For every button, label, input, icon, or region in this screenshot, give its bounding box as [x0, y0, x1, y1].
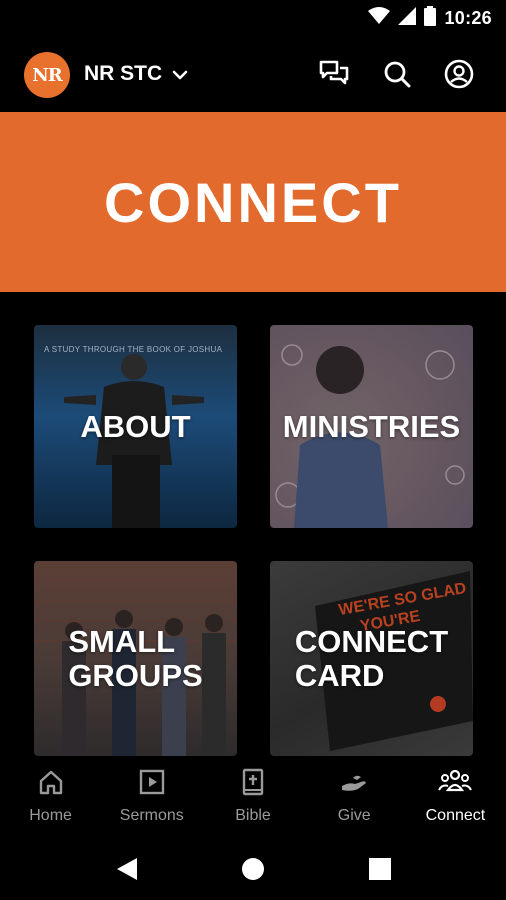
system-navigation-bar [0, 838, 506, 900]
account-icon[interactable] [443, 58, 475, 90]
connect-banner: CONNECT [0, 112, 506, 292]
nav-item-connect[interactable]: Connect [405, 756, 506, 838]
home-icon [37, 768, 65, 801]
ministries-label: MINISTRIES [282, 408, 461, 444]
status-time: 10:26 [444, 7, 492, 28]
church-logo[interactable]: NR [24, 52, 70, 98]
nav-label: Give [337, 807, 371, 824]
nav-item-sermons[interactable]: Sermons [101, 756, 202, 838]
recents-icon[interactable] [365, 854, 395, 884]
logo-text: NR [32, 64, 62, 86]
back-icon[interactable] [112, 854, 142, 884]
about-tile[interactable]: A STUDY THROUGH THE BOOK OF JOSHUA ABOUT [34, 325, 237, 528]
campus-name: NR STC [84, 62, 163, 85]
ministries-tile[interactable]: MINISTRIES [270, 325, 473, 528]
nav-label: Bible [235, 807, 271, 824]
small-groups-label: SMALL GROUPS [68, 623, 203, 693]
battery-icon [424, 5, 437, 31]
bottom-navigation: Home Sermons Bible Give Connect [0, 756, 506, 838]
nav-label: Sermons [119, 807, 184, 824]
play-icon [138, 768, 166, 801]
nav-label: Connect [425, 807, 486, 824]
give-icon [339, 768, 369, 801]
nav-item-give[interactable]: Give [304, 756, 405, 838]
bible-icon [239, 768, 267, 801]
search-icon[interactable] [381, 58, 413, 90]
page-title: CONNECT [104, 170, 402, 234]
home-circle-icon[interactable] [238, 854, 268, 884]
nav-label: Home [29, 807, 72, 824]
wifi-icon [368, 6, 391, 30]
campus-selector[interactable]: NR STC [84, 62, 188, 86]
chat-icon[interactable] [318, 58, 350, 90]
nav-item-home[interactable]: Home [0, 756, 101, 838]
small-groups-tile[interactable]: SMALL GROUPS [34, 561, 237, 756]
nav-item-bible[interactable]: Bible [202, 756, 303, 838]
chevron-down-icon [172, 62, 188, 86]
connect-card-tile[interactable]: WE'RE SO GLAD YOU'RE CONNECT CARD [270, 561, 473, 756]
connect-card-label: CONNECT CARD [294, 623, 449, 693]
about-label: ABOUT [80, 408, 191, 444]
signal-icon [398, 6, 417, 30]
status-bar: 10:26 [0, 0, 506, 36]
app-bar: NR NR STC [0, 36, 506, 112]
people-icon [438, 768, 473, 801]
